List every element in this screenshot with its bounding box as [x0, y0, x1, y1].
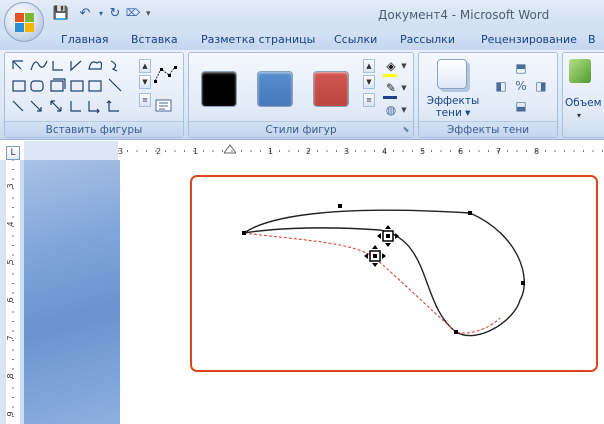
edit-point[interactable]	[468, 211, 472, 215]
office-logo-icon	[15, 13, 34, 32]
edit-point[interactable]	[521, 281, 525, 285]
edit-point[interactable]	[338, 204, 342, 208]
edit-point[interactable]	[454, 330, 458, 334]
office-button[interactable]	[4, 2, 44, 42]
move-cursor-icon	[364, 245, 386, 267]
edit-point[interactable]	[242, 231, 246, 235]
freeform-drawing[interactable]	[0, 0, 604, 424]
freeform-curve[interactable]	[243, 209, 525, 337]
move-cursor-icon	[377, 225, 399, 247]
drag-preview-curve	[243, 232, 501, 334]
